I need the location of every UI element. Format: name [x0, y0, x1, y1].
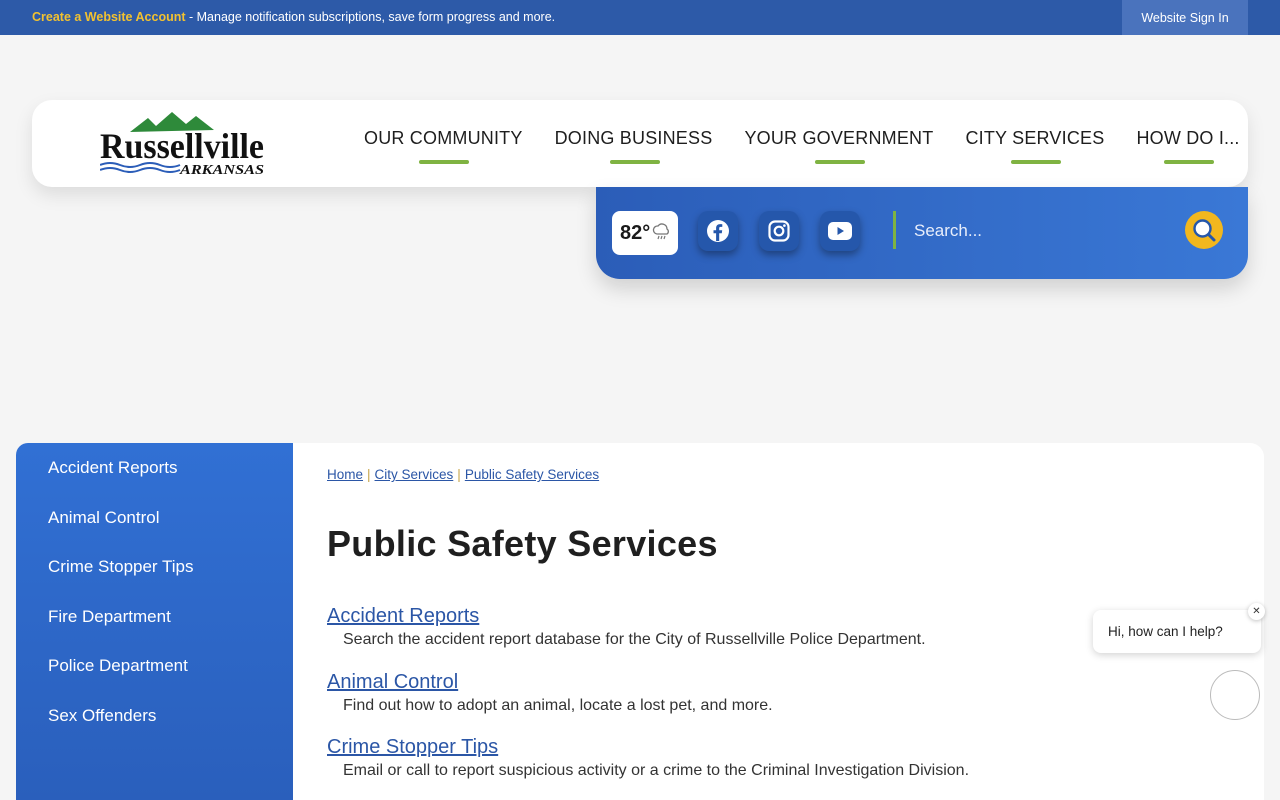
nav-city-services[interactable]: CITY SERVICES: [953, 100, 1124, 187]
search-button[interactable]: [1185, 211, 1223, 249]
sign-in-button[interactable]: Website Sign In: [1122, 0, 1248, 35]
side-nav: Accident Reports Animal Control Crime St…: [16, 443, 293, 800]
sidebar-item-crime-stopper-tips[interactable]: Crime Stopper Tips: [16, 555, 293, 605]
city-logo[interactable]: Russellville ARKANSAS: [100, 108, 268, 176]
sidebar-item-animal-control[interactable]: Animal Control: [16, 506, 293, 556]
account-tagline: - Manage notification subscriptions, sav…: [185, 10, 556, 24]
nav-how-do-i[interactable]: HOW DO I...: [1124, 100, 1259, 187]
create-account-link[interactable]: Create a Website Account: [32, 10, 186, 24]
entry-title-link[interactable]: Accident Reports: [327, 605, 926, 628]
nav-underline: [419, 160, 470, 164]
close-icon[interactable]: ✕: [1248, 603, 1265, 620]
chat-launcher-button[interactable]: [1210, 670, 1260, 720]
site-header: Russellville ARKANSAS OUR COMMUNITY DOIN…: [32, 100, 1248, 187]
entry-title-link[interactable]: Crime Stopper Tips: [327, 736, 969, 759]
breadcrumb-city-services[interactable]: City Services: [375, 467, 454, 482]
nav-our-community[interactable]: OUR COMMUNITY: [352, 100, 543, 187]
breadcrumb-public-safety[interactable]: Public Safety Services: [465, 467, 599, 482]
nav-underline: [814, 160, 865, 164]
sidebar-item-sex-offenders[interactable]: Sex Offenders: [16, 704, 293, 754]
main-nav: OUR COMMUNITY DOING BUSINESS YOUR GOVERN…: [352, 100, 1260, 187]
page-title: Public Safety Services: [327, 523, 718, 564]
nav-underline: [609, 160, 660, 164]
facebook-icon[interactable]: [698, 211, 738, 251]
list-item: Accident Reports Search the accident rep…: [327, 605, 926, 649]
entry-description: Email or call to report suspicious activ…: [343, 762, 970, 779]
rain-cloud-icon: [652, 222, 670, 244]
youtube-icon[interactable]: [820, 211, 860, 251]
entry-title-link[interactable]: Animal Control: [327, 671, 773, 694]
account-message: Create a Website Account - Manage notifi…: [32, 10, 555, 24]
sidebar-item-accident-reports[interactable]: Accident Reports: [16, 456, 293, 506]
utility-bar: 82°: [596, 187, 1248, 279]
search-icon: [1193, 219, 1216, 242]
chat-prompt-bubble[interactable]: Hi, how can I help?: [1093, 610, 1261, 653]
breadcrumb: Home | City Services | Public Safety Service…: [327, 467, 600, 482]
sidebar-item-police-department[interactable]: Police Department: [16, 654, 293, 704]
entry-description: Find out how to adopt an animal, locate …: [343, 697, 773, 714]
nav-your-government[interactable]: YOUR GOVERNMENT: [732, 100, 953, 187]
logo-subtitle: ARKANSAS: [179, 163, 264, 176]
nav-underline: [1164, 160, 1215, 164]
weather-widget[interactable]: 82°: [612, 211, 678, 255]
entry-description: Search the accident report database for …: [343, 631, 926, 648]
weather-temp: 82°: [620, 221, 651, 244]
nav-underline: [1010, 160, 1061, 164]
top-bar: Create a Website Account - Manage notifi…: [0, 0, 1280, 35]
sidebar-item-fire-department[interactable]: Fire Department: [16, 605, 293, 655]
list-item: Crime Stopper Tips Email or call to repo…: [327, 736, 969, 780]
list-item: Animal Control Find out how to adopt an …: [327, 671, 773, 715]
logo-wordmark: Russellville: [100, 126, 264, 166]
nav-doing-business[interactable]: DOING BUSINESS: [543, 100, 733, 187]
instagram-icon[interactable]: [759, 211, 799, 251]
breadcrumb-home[interactable]: Home: [327, 467, 363, 482]
search-divider: [893, 211, 896, 249]
search-input[interactable]: [914, 213, 1164, 249]
